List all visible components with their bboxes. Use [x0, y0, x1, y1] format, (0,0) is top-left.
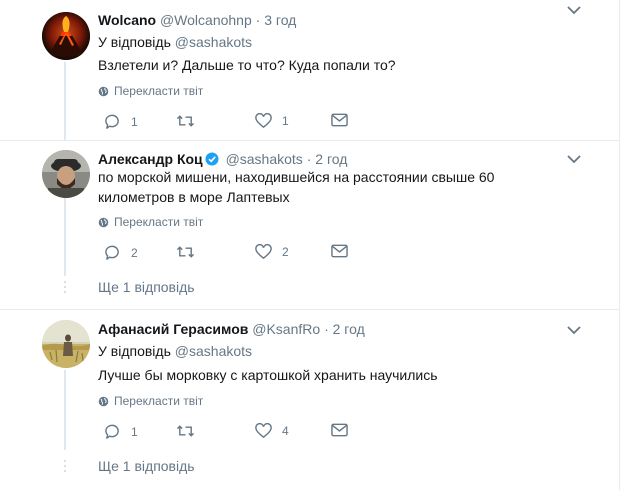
user-handle[interactable]: @KsanfRo	[252, 321, 320, 337]
timestamp[interactable]: 2 год	[315, 151, 347, 167]
separator-dot: ·	[324, 321, 329, 337]
timestamp[interactable]: 3 год	[264, 12, 296, 28]
reply-prefix: У відповідь	[98, 34, 171, 50]
translate-label[interactable]: Перекласти твіт	[114, 214, 203, 230]
direct-message-button[interactable]	[331, 113, 348, 127]
retweet-icon	[176, 115, 195, 127]
translate-tweet-link[interactable]: Перекласти твіт	[98, 393, 203, 409]
tweet-wolcano[interactable]: Wolcano @Wolcanohnp · 3 год У відповідь …	[0, 0, 620, 140]
user-handle[interactable]: @sashakots	[226, 151, 303, 167]
tweet-header: Афанасий Герасимов @KsanfRo · 2 год	[98, 320, 365, 338]
field-painting-avatar[interactable]	[42, 320, 90, 368]
thread-line	[64, 198, 66, 276]
globe-icon	[98, 217, 109, 227]
envelope-icon	[331, 113, 348, 127]
thread-line	[64, 62, 66, 140]
retweet-icon	[176, 246, 195, 258]
thread-line	[64, 370, 66, 450]
separator-dot: ·	[255, 12, 261, 28]
like-button[interactable]: 1	[255, 113, 289, 129]
like-button[interactable]: 2	[255, 244, 289, 260]
tweet-text: Лучше бы морковку с картошкой хранить на…	[98, 367, 438, 383]
translate-tweet-link[interactable]: Перекласти твіт	[98, 83, 203, 99]
like-count: 4	[282, 424, 289, 438]
tweet-ksanfro[interactable]: Афанасий Герасимов @KsanfRo · 2 год У ві…	[0, 310, 620, 490]
reply-count: 2	[131, 245, 138, 260]
translate-label[interactable]: Перекласти твіт	[114, 83, 203, 99]
tweet-header: Wolcano @Wolcanohnp · 3 год	[98, 11, 296, 29]
translate-label[interactable]: Перекласти твіт	[114, 393, 203, 409]
envelope-icon	[331, 423, 348, 437]
tweet-sashakots[interactable]: Александр Коц @sashakots · 2 год по морс…	[0, 141, 620, 309]
heart-icon	[255, 244, 272, 260]
globe-icon	[98, 86, 109, 96]
like-button[interactable]: 4	[255, 423, 289, 439]
reply-icon	[105, 114, 119, 129]
envelope-icon	[331, 244, 348, 258]
verified-badge-icon	[205, 152, 219, 166]
reply-button[interactable]: 1	[104, 113, 138, 130]
reply-icon	[105, 424, 119, 439]
separator-dot: ·	[306, 151, 312, 167]
translate-tweet-link[interactable]: Перекласти твіт	[98, 214, 203, 230]
reply-count: 1	[131, 424, 138, 439]
like-count: 2	[282, 245, 289, 259]
chevron-down-icon[interactable]	[566, 4, 582, 16]
show-more-replies-link[interactable]: Ще 1 відповідь	[98, 458, 195, 474]
reply-context: У відповідь @sashakots	[98, 342, 252, 360]
tweet-actions: 1 1	[98, 113, 358, 133]
reply-icon	[105, 245, 119, 260]
tweet-text: по морской мишени, находившейся на расст…	[98, 169, 495, 205]
display-name[interactable]: Wolcano	[98, 12, 156, 28]
like-count: 1	[282, 114, 289, 128]
reply-handle-link[interactable]: @sashakots	[175, 343, 252, 359]
more-replies-dots	[64, 460, 66, 475]
timestamp[interactable]: 2 год	[333, 321, 365, 337]
person-with-cap-avatar[interactable]	[42, 150, 90, 198]
heart-icon	[255, 113, 272, 129]
show-more-replies-link[interactable]: Ще 1 відповідь	[98, 279, 195, 295]
chevron-down-icon[interactable]	[566, 324, 582, 336]
direct-message-button[interactable]	[331, 423, 348, 437]
tweet-actions: 1 4	[98, 423, 358, 443]
reply-prefix: У відповідь	[98, 343, 171, 359]
tweet-text: Взлетели и? Дальше то что? Куда попали т…	[98, 57, 396, 73]
reply-button[interactable]: 1	[104, 423, 138, 440]
volcano-avatar[interactable]	[42, 12, 90, 60]
retweet-button[interactable]	[176, 244, 205, 260]
chevron-down-icon[interactable]	[566, 153, 582, 165]
reply-button[interactable]: 2	[104, 244, 138, 261]
more-replies-dots	[64, 281, 66, 296]
tweet-header: Александр Коц @sashakots · 2 год	[98, 150, 347, 168]
reply-count: 1	[131, 114, 138, 129]
retweet-button[interactable]	[176, 113, 205, 129]
display-name[interactable]: Афанасий Герасимов	[98, 321, 248, 337]
retweet-icon	[176, 425, 195, 437]
tweet-actions: 2 2	[98, 244, 358, 264]
direct-message-button[interactable]	[331, 244, 348, 258]
reply-handle-link[interactable]: @sashakots	[175, 34, 252, 50]
reply-context: У відповідь @sashakots	[98, 33, 252, 51]
heart-icon	[255, 423, 272, 439]
display-name[interactable]: Александр Коц	[98, 151, 203, 167]
user-handle[interactable]: @Wolcanohnp	[160, 12, 252, 28]
retweet-button[interactable]	[176, 423, 205, 439]
globe-icon	[98, 396, 109, 406]
